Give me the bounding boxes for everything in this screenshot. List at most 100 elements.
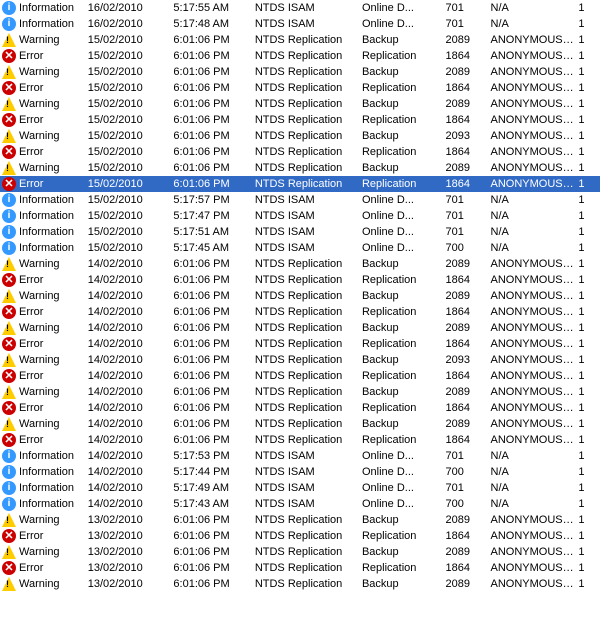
table-row[interactable]: iInformation15/02/20105:17:45 AMNTDS ISA… [0,240,600,256]
error-icon: ✕ [2,369,16,383]
type-label: Warning [19,546,60,558]
warning-icon [2,513,16,527]
event-log-table[interactable]: iInformation16/02/20105:17:55 AMNTDS ISA… [0,0,600,633]
date-cell: 14/02/2010 [88,354,143,366]
num-cell: 1 [578,370,584,382]
table-row[interactable]: ✕Error15/02/20106:01:06 PMNTDS Replicati… [0,112,600,128]
type-label: Error [19,306,43,318]
source-cell: NTDS Replication [255,418,342,430]
table-row[interactable]: iInformation15/02/20105:17:47 PMNTDS ISA… [0,208,600,224]
user-cell: ANONYMOUS L... [491,370,577,382]
event-cell: 2089 [446,34,470,46]
warning-icon [2,289,16,303]
table-row[interactable]: Warning15/02/20106:01:06 PMNTDS Replicat… [0,64,600,80]
time-cell: 6:01:06 PM [173,258,229,270]
user-cell: N/A [491,466,509,478]
type-label: Information [19,226,74,238]
table-row[interactable]: ✕Error14/02/20106:01:06 PMNTDS Replicati… [0,272,600,288]
error-icon: ✕ [2,177,16,191]
user-cell: ANONYMOUS L... [491,66,577,78]
table-row[interactable]: ✕Error14/02/20106:01:06 PMNTDS Replicati… [0,432,600,448]
category-cell: Replication [362,50,416,62]
event-cell: 2089 [446,290,470,302]
table-row[interactable]: Warning15/02/20106:01:06 PMNTDS Replicat… [0,160,600,176]
table-row[interactable]: Warning14/02/20106:01:06 PMNTDS Replicat… [0,384,600,400]
table-row[interactable]: ✕Error15/02/20106:01:06 PMNTDS Replicati… [0,176,600,192]
table-row[interactable]: Warning13/02/20106:01:06 PMNTDS Replicat… [0,544,600,560]
category-cell: Replication [362,562,416,574]
user-cell: N/A [491,498,509,510]
num-cell: 1 [578,210,584,222]
error-icon: ✕ [2,529,16,543]
table-row[interactable]: Warning15/02/20106:01:06 PMNTDS Replicat… [0,32,600,48]
time-cell: 6:01:06 PM [173,34,229,46]
table-row[interactable]: Warning14/02/20106:01:06 PMNTDS Replicat… [0,320,600,336]
category-cell: Replication [362,370,416,382]
user-cell: ANONYMOUS L... [491,434,577,446]
user-cell: ANONYMOUS L... [491,114,577,126]
category-cell: Backup [362,162,399,174]
type-label: Error [19,338,43,350]
table-row[interactable]: Warning14/02/20106:01:06 PMNTDS Replicat… [0,256,600,272]
table-row[interactable]: ✕Error15/02/20106:01:06 PMNTDS Replicati… [0,48,600,64]
num-cell: 1 [578,242,584,254]
event-cell: 2089 [446,98,470,110]
table-row[interactable]: Warning15/02/20106:01:06 PMNTDS Replicat… [0,128,600,144]
source-cell: NTDS Replication [255,130,342,142]
table-row[interactable]: iInformation16/02/20105:17:55 AMNTDS ISA… [0,0,600,16]
event-cell: 701 [446,226,464,238]
date-cell: 15/02/2010 [88,146,143,158]
num-cell: 1 [578,562,584,574]
table-row[interactable]: iInformation14/02/20105:17:43 AMNTDS ISA… [0,496,600,512]
user-cell: ANONYMOUS L... [491,98,577,110]
table-row[interactable]: iInformation14/02/20105:17:44 PMNTDS ISA… [0,464,600,480]
num-cell: 1 [578,322,584,334]
table-row[interactable]: ✕Error13/02/20106:01:06 PMNTDS Replicati… [0,528,600,544]
table-row[interactable]: Warning15/02/20106:01:06 PMNTDS Replicat… [0,96,600,112]
table-row[interactable]: ✕Error15/02/20106:01:06 PMNTDS Replicati… [0,144,600,160]
time-cell: 6:01:06 PM [173,274,229,286]
source-cell: NTDS Replication [255,290,342,302]
table-row[interactable]: iInformation15/02/20105:17:51 AMNTDS ISA… [0,224,600,240]
user-cell: ANONYMOUS L... [491,162,577,174]
user-cell: ANONYMOUS L... [491,322,577,334]
type-label: Warning [19,34,60,46]
table-row[interactable]: ✕Error14/02/20106:01:06 PMNTDS Replicati… [0,336,600,352]
table-row[interactable]: Warning13/02/20106:01:06 PMNTDS Replicat… [0,576,600,592]
num-cell: 1 [578,338,584,350]
time-cell: 5:17:47 PM [173,210,229,222]
table-row[interactable]: ✕Error15/02/20106:01:06 PMNTDS Replicati… [0,80,600,96]
table-row[interactable]: Warning14/02/20106:01:06 PMNTDS Replicat… [0,416,600,432]
num-cell: 1 [578,386,584,398]
event-cell: 1864 [446,146,470,158]
table-row[interactable]: iInformation14/02/20105:17:53 PMNTDS ISA… [0,448,600,464]
table-row[interactable]: ✕Error14/02/20106:01:06 PMNTDS Replicati… [0,368,600,384]
table-row[interactable]: ✕Error14/02/20106:01:06 PMNTDS Replicati… [0,400,600,416]
time-cell: 6:01:06 PM [173,562,229,574]
date-cell: 15/02/2010 [88,50,143,62]
info-icon: i [2,449,16,463]
event-cell: 2093 [446,130,470,142]
event-cell: 700 [446,466,464,478]
table-row[interactable]: iInformation14/02/20105:17:49 AMNTDS ISA… [0,480,600,496]
table-row[interactable]: ✕Error14/02/20106:01:06 PMNTDS Replicati… [0,304,600,320]
category-cell: Replication [362,146,416,158]
event-cell: 2089 [446,322,470,334]
table-row[interactable]: iInformation15/02/20105:17:57 PMNTDS ISA… [0,192,600,208]
table-row[interactable]: Warning14/02/20106:01:06 PMNTDS Replicat… [0,352,600,368]
event-cell: 2089 [446,514,470,526]
type-label: Error [19,434,43,446]
time-cell: 6:01:06 PM [173,162,229,174]
type-label: Error [19,370,43,382]
category-cell: Online D... [362,210,414,222]
table-row[interactable]: Warning14/02/20106:01:06 PMNTDS Replicat… [0,288,600,304]
type-label: Warning [19,66,60,78]
time-cell: 6:01:06 PM [173,50,229,62]
table-row[interactable]: Warning13/02/20106:01:06 PMNTDS Replicat… [0,512,600,528]
table-row[interactable]: ✕Error13/02/20106:01:06 PMNTDS Replicati… [0,560,600,576]
date-cell: 15/02/2010 [88,178,143,190]
table-row[interactable]: iInformation16/02/20105:17:48 AMNTDS ISA… [0,16,600,32]
date-cell: 15/02/2010 [88,242,143,254]
user-cell: ANONYMOUS L... [491,578,577,590]
user-cell: ANONYMOUS L... [491,338,577,350]
